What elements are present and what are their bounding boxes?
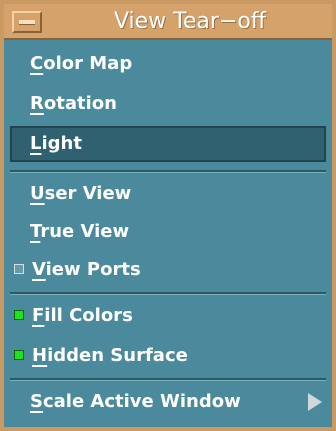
separator — [10, 170, 326, 173]
window-title: View Tear−off — [113, 9, 266, 34]
menu-item-true-view[interactable]: True View — [10, 214, 326, 250]
separator — [10, 292, 326, 295]
view-ports-toggle-indicator — [14, 264, 24, 274]
menu-item-label: True View — [30, 221, 130, 242]
menu-item-label: Color Map — [30, 53, 133, 74]
fill-colors-toggle-indicator — [14, 310, 24, 320]
window-menu-button[interactable] — [12, 11, 42, 33]
menu-item-user-view[interactable]: User View — [10, 176, 326, 212]
menu-item-label: Hidden Surface — [32, 345, 188, 366]
menu-item-label: View Ports — [32, 259, 141, 280]
submenu-arrow-icon — [308, 393, 322, 411]
separator — [10, 378, 326, 381]
title-bar[interactable]: View Tear−off — [4, 4, 332, 40]
window-menu-icon — [19, 20, 35, 25]
menu-item-color-map[interactable]: Color Map — [10, 46, 326, 82]
menu-item-view-ports[interactable]: View Ports — [10, 252, 326, 288]
menu-item-label: Light — [30, 133, 82, 154]
menu-item-light[interactable]: Light — [10, 126, 326, 162]
menu-item-rotation[interactable]: Rotation — [10, 86, 326, 122]
menu-item-label: Rotation — [30, 93, 117, 114]
menu-item-label: Fill Colors — [32, 305, 133, 326]
view-tearoff-window: View Tear−off Color Map Rotation Light U… — [0, 0, 336, 431]
hidden-surface-toggle-indicator — [14, 350, 24, 360]
menu-item-label: Scale Active Window — [30, 391, 241, 412]
menu-item-fill-colors[interactable]: Fill Colors — [10, 298, 326, 334]
menu-item-label: User View — [30, 183, 132, 204]
menu-item-scale-active-window[interactable]: Scale Active Window — [10, 384, 326, 420]
menu-item-hidden-surface[interactable]: Hidden Surface — [10, 338, 326, 374]
